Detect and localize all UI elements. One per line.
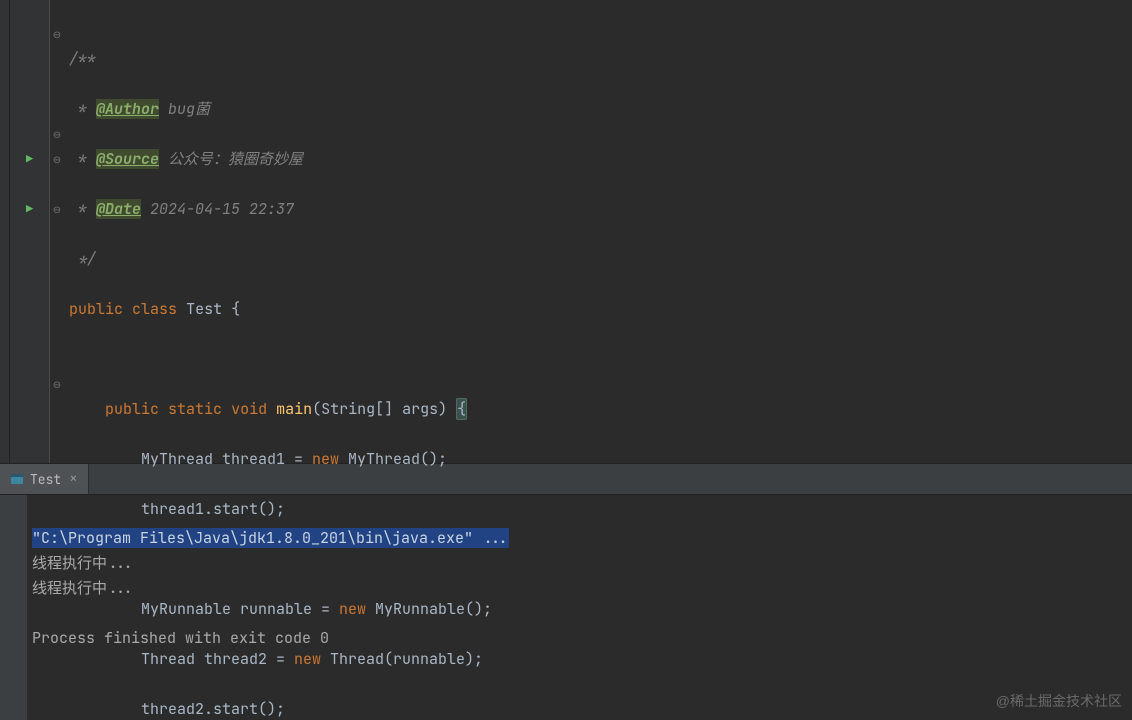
run-gutter-icon[interactable]: ▶	[26, 147, 33, 172]
gutter-row[interactable]: ▶	[10, 147, 49, 172]
doc-date-value: 2024-04-15 22:37	[150, 199, 294, 219]
watermark-text: @稀土掘金技术社区	[996, 689, 1122, 714]
doc-tag-source: @Source	[96, 149, 159, 169]
method-main: main	[276, 399, 312, 419]
left-margin	[0, 0, 10, 463]
class-name: Test	[186, 299, 222, 319]
brace-open-matched: {	[456, 398, 467, 420]
console-line: 线程执行中...	[32, 578, 134, 598]
brace: {	[231, 299, 240, 319]
code-editor[interactable]: /** * @Author bug菌 * @Source 公众号：猿圈奇妙屋 *…	[64, 0, 1132, 463]
doc-open: /**	[69, 49, 96, 69]
run-console: "C:\Program Files\Java\jdk1.8.0_201\bin\…	[0, 495, 1132, 720]
fold-icon[interactable]: ⊖	[50, 122, 64, 147]
doc-tag-date: @Date	[96, 199, 141, 219]
gutter-row[interactable]	[10, 297, 49, 322]
gutter-row[interactable]	[10, 47, 49, 72]
fold-gutter[interactable]: ⊖ ⊖ ⊖ ⊖ ⊖	[50, 0, 64, 463]
console-output[interactable]: "C:\Program Files\Java\jdk1.8.0_201\bin\…	[28, 495, 1132, 720]
console-line: 线程执行中...	[32, 553, 134, 573]
run-config-icon	[10, 472, 24, 486]
kw-static: static	[168, 399, 222, 419]
code-text: MyThread();	[339, 449, 447, 469]
kw-new: new	[312, 449, 339, 469]
console-command-line: "C:\Program Files\Java\jdk1.8.0_201\bin\…	[32, 528, 509, 548]
run-gutter-icon[interactable]: ▶	[26, 197, 33, 222]
gutter-row[interactable]	[10, 172, 49, 197]
kw-public: public	[69, 299, 123, 319]
kw-class: class	[132, 299, 177, 319]
gutter-row[interactable]	[10, 122, 49, 147]
gutter-row[interactable]	[10, 97, 49, 122]
gutter-row[interactable]	[10, 272, 49, 297]
line-number-gutter[interactable]: ▶ ▶	[10, 0, 50, 463]
editor-pane: ▶ ▶ ⊖ ⊖ ⊖ ⊖ ⊖ /** * @Author bug菌 * @Sour…	[0, 0, 1132, 463]
gutter-row[interactable]	[10, 422, 49, 447]
fold-icon[interactable]: ⊖	[50, 197, 64, 222]
fold-icon[interactable]: ⊖	[50, 372, 64, 397]
doc-close: */	[69, 249, 96, 269]
fold-icon[interactable]: ⊖	[50, 22, 64, 47]
kw-public: public	[105, 399, 159, 419]
console-exit-line: Process finished with exit code 0	[32, 628, 329, 648]
gutter-row[interactable]	[10, 22, 49, 47]
doc-source-value: 公众号：猿圈奇妙屋	[168, 149, 303, 169]
gutter-row[interactable]	[10, 397, 49, 422]
main-params: (String[] args)	[312, 399, 447, 419]
gutter-row[interactable]	[10, 322, 49, 347]
doc-author-value: bug菌	[168, 99, 210, 119]
gutter-row[interactable]	[10, 247, 49, 272]
console-toolbar[interactable]	[0, 495, 28, 720]
gutter-row[interactable]	[10, 222, 49, 247]
code-text: MyThread thread1 =	[141, 449, 312, 469]
gutter-row[interactable]	[10, 72, 49, 97]
gutter-row[interactable]	[10, 372, 49, 397]
run-tab-label: Test	[30, 471, 61, 488]
gutter-row[interactable]: ▶	[10, 197, 49, 222]
kw-void: void	[231, 399, 267, 419]
fold-icon[interactable]: ⊖	[50, 147, 64, 172]
doc-tag-author: @Author	[96, 99, 159, 119]
gutter-row[interactable]	[10, 347, 49, 372]
